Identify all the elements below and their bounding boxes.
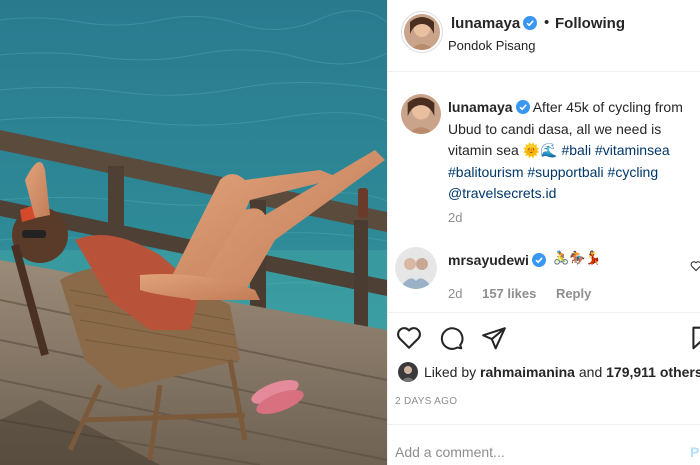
comment-input[interactable]: Add a comment... [395,444,505,460]
caption-age: 2d [448,210,463,225]
reply-button[interactable]: Reply [556,286,591,301]
mention-travelsecrets[interactable]: @travelsecrets.id [448,185,556,201]
post-photo[interactable] [0,0,387,465]
comment-likes[interactable]: 157 likes [482,286,536,301]
add-comment-bar: Add a comment... Post [388,424,700,465]
post-comment-button[interactable]: Post [690,444,700,460]
caption-avatar[interactable] [401,94,441,134]
comment-heart-icon[interactable] [690,260,700,272]
heart-icon[interactable] [396,325,422,351]
verified-badge-icon [515,100,530,114]
comment-age: 2d [448,286,463,301]
bookmark-icon[interactable] [688,325,700,351]
comment-meta: 2d 157 likes Reply [448,286,607,301]
caption-username[interactable]: lunamaya [448,99,513,115]
hashtag-cycling[interactable]: #cycling [608,164,659,180]
paper-plane-icon[interactable] [481,325,507,351]
author-username[interactable]: lunamaya [451,15,538,32]
comment-bubble-icon[interactable] [438,325,464,351]
following-button[interactable]: Following [555,15,625,32]
liker-username[interactable]: rahmaimanina [480,364,575,380]
liker-avatar[interactable] [398,362,418,382]
hashtag-balitourism[interactable]: #balitourism [448,164,523,180]
commenter-username[interactable]: mrsayudewi [448,252,546,268]
comment-emojis: 🚴🏇💃 [553,250,602,265]
post-header: lunamaya • Following Pondok Pisang [388,0,700,72]
header-separator: • [544,14,550,31]
post-timestamp[interactable]: 2 DAYS AGO [395,396,457,407]
hashtag-supportbali[interactable]: #supportbali [527,164,603,180]
post-image [0,0,387,465]
caption-emojis: 🌞🌊 [522,142,558,158]
post-side-panel: lunamaya • Following Pondok Pisang lunam… [387,0,700,465]
verified-badge-icon [523,16,538,30]
location-link[interactable]: Pondok Pisang [448,38,535,53]
hashtag-bali[interactable]: #bali [561,142,591,158]
likes-count[interactable]: 179,911 others [606,364,700,380]
liked-by-prefix: Liked by [424,364,477,380]
hashtag-vitaminsea[interactable]: #vitaminsea [595,142,670,158]
actions-divider [388,312,700,313]
verified-badge-icon [531,253,546,267]
commenter-avatar[interactable] [395,247,437,289]
caption-text: lunamaya After 45k of cycling from Ubud … [448,97,700,205]
comment-item: mrsayudewi 🚴🏇💃 2d 157 likes Reply [388,238,700,308]
liked-by-and: and [578,364,603,380]
liked-by-summary: Liked by rahmaimanina and 179,911 others [398,362,700,382]
author-avatar[interactable] [404,14,440,50]
